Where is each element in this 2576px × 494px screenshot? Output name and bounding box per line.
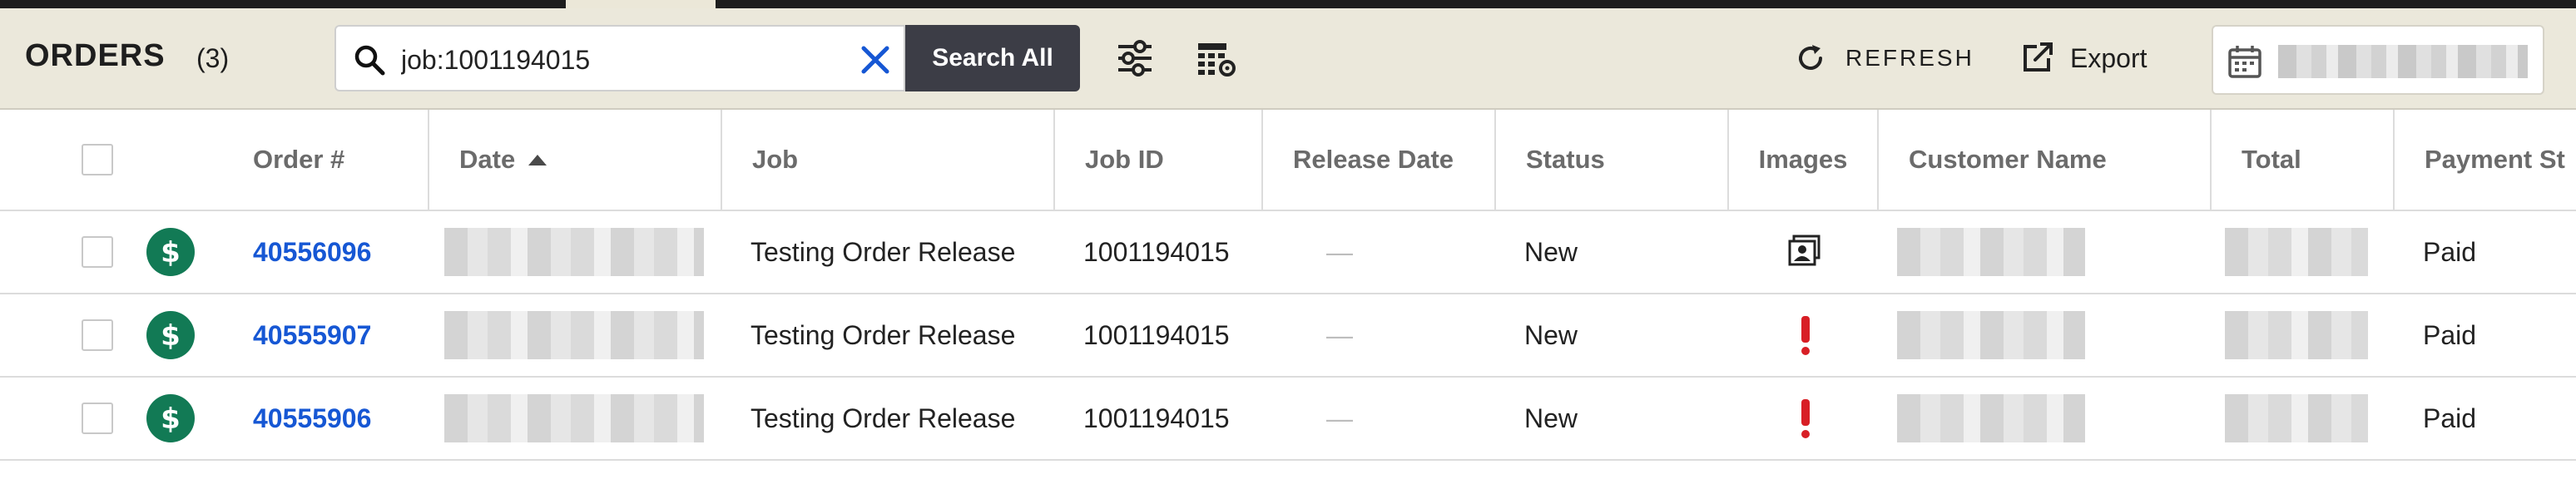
col-customer-name[interactable]: Customer Name <box>1877 110 2210 210</box>
release-date: — <box>1326 403 1353 433</box>
payment-status: Paid <box>2423 236 2477 267</box>
job-id: 1001194015 <box>1083 236 1230 267</box>
col-payment-status[interactable]: Payment St <box>2393 110 2576 210</box>
job-name: Testing Order Release <box>751 403 1016 433</box>
row-checkbox[interactable] <box>82 236 113 268</box>
release-date: — <box>1326 236 1353 267</box>
exclamation-icon[interactable] <box>1797 314 1814 356</box>
date-range-redacted <box>2278 45 2528 78</box>
payment-status: Paid <box>2423 319 2477 350</box>
refresh-icon <box>1799 45 1822 70</box>
row-checkbox[interactable] <box>82 319 113 351</box>
svg-text:$: $ <box>161 236 181 269</box>
photo-icon[interactable] <box>1787 235 1822 268</box>
top-strip <box>0 0 2576 8</box>
date-redacted <box>444 311 704 359</box>
export-label: Export <box>2070 42 2147 73</box>
orders-table: Order # Date Job Job ID Release Date Sta… <box>0 110 2576 461</box>
col-job-id[interactable]: Job ID <box>1053 110 1261 210</box>
total-redacted <box>2225 311 2368 359</box>
release-date: — <box>1326 319 1353 350</box>
date-range-picker[interactable] <box>2212 25 2544 95</box>
customer-name-redacted <box>1897 311 2085 359</box>
search-input[interactable] <box>399 38 835 82</box>
job-id: 1001194015 <box>1083 403 1230 433</box>
dollar-icon: $ <box>146 394 195 442</box>
active-tab-indicator <box>566 0 716 8</box>
sort-ascending-icon <box>528 154 547 165</box>
close-icon[interactable] <box>859 43 892 77</box>
job-id: 1001194015 <box>1083 319 1230 350</box>
page-title: ORDERS <box>25 38 166 73</box>
table-row[interactable]: $ 40555907 Testing Order Release 1001194… <box>0 294 2576 378</box>
exclamation-icon[interactable] <box>1797 398 1814 439</box>
total-redacted <box>2225 228 2368 276</box>
refresh-label: REFRESH <box>1845 45 1974 71</box>
svg-text:$: $ <box>161 403 181 436</box>
customer-name-redacted <box>1897 228 2085 276</box>
table-header: Order # Date Job Job ID Release Date Sta… <box>0 110 2576 211</box>
order-number-link[interactable]: 40555907 <box>253 294 371 376</box>
refresh-button[interactable]: REFRESH <box>1794 37 1974 80</box>
table-settings-icon[interactable] <box>1195 37 1238 80</box>
select-all-checkbox[interactable] <box>82 144 113 175</box>
col-order[interactable]: Order # <box>223 110 344 210</box>
export-icon <box>2024 42 2053 72</box>
col-job[interactable]: Job <box>721 110 1053 210</box>
date-redacted <box>444 228 704 276</box>
toolbar: ORDERS (3) Search All REFRESH <box>0 8 2576 110</box>
dollar-icon: $ <box>146 228 195 276</box>
col-date[interactable]: Date <box>428 110 721 210</box>
dollar-icon: $ <box>146 311 195 359</box>
order-number-link[interactable]: 40555906 <box>253 378 371 459</box>
table-row[interactable]: $ 40556096 Testing Order Release 1001194… <box>0 211 2576 294</box>
col-release-date[interactable]: Release Date <box>1261 110 1494 210</box>
date-redacted <box>444 394 704 442</box>
order-number-link[interactable]: 40556096 <box>253 211 371 293</box>
table-row[interactable]: $ 40555906 Testing Order Release 1001194… <box>0 378 2576 461</box>
order-count: (3) <box>196 43 230 73</box>
status: New <box>1524 403 1578 433</box>
job-name: Testing Order Release <box>751 236 1016 267</box>
search-box <box>334 25 905 91</box>
payment-status: Paid <box>2423 403 2477 433</box>
total-redacted <box>2225 394 2368 442</box>
svg-text:$: $ <box>161 319 181 353</box>
row-checkbox[interactable] <box>82 403 113 434</box>
calendar-icon <box>2228 46 2261 78</box>
customer-name-redacted <box>1897 394 2085 442</box>
status: New <box>1524 236 1578 267</box>
export-button[interactable]: Export <box>2019 37 2147 80</box>
job-name: Testing Order Release <box>751 319 1016 350</box>
sliders-icon[interactable] <box>1113 37 1157 80</box>
col-total[interactable]: Total <box>2210 110 2393 210</box>
search-all-button[interactable]: Search All <box>905 25 1080 91</box>
col-status[interactable]: Status <box>1494 110 1727 210</box>
status: New <box>1524 319 1578 350</box>
search-icon <box>354 45 385 76</box>
col-images[interactable]: Images <box>1727 110 1877 210</box>
